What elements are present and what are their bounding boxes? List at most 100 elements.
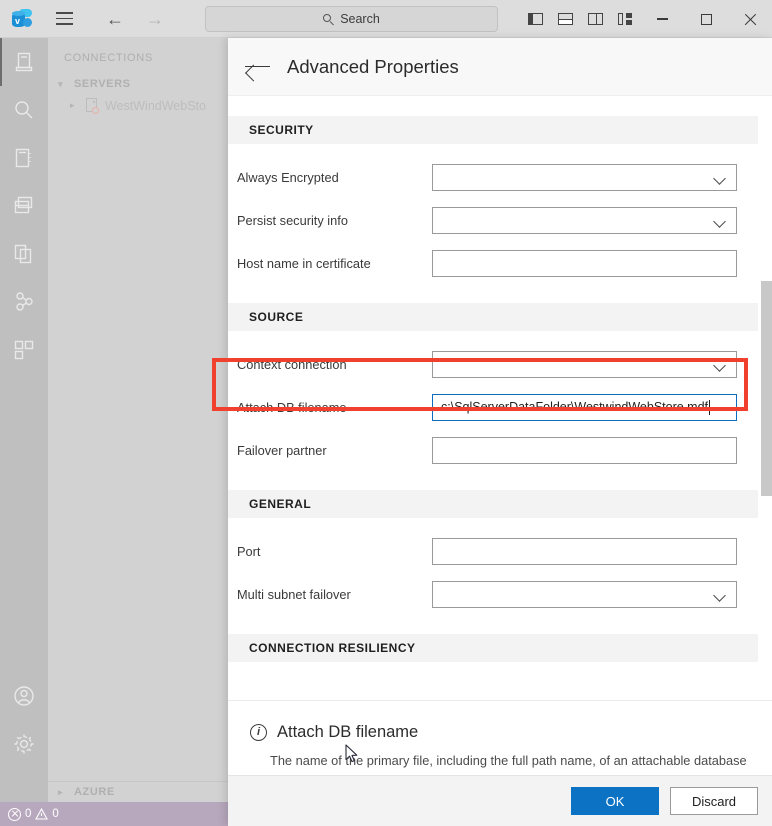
scrollbar-thumb[interactable]: [761, 281, 772, 496]
customize-layout-icon[interactable]: [610, 0, 640, 38]
field-label: Context connection: [237, 356, 347, 372]
always-encrypted-select[interactable]: [432, 163, 737, 191]
windows-panels-icon: [14, 196, 33, 214]
hamburger-menu-icon[interactable]: [44, 0, 84, 38]
title-bar: v ← → Search: [0, 0, 772, 38]
activity-item-dashboard[interactable]: [0, 182, 48, 230]
activity-item-connections[interactable]: [0, 38, 48, 86]
field-label: Always Encrypted: [237, 169, 339, 185]
failover-partner-input[interactable]: [432, 436, 737, 464]
forward-arrow-icon[interactable]: →: [146, 10, 164, 28]
text-caret: [709, 399, 711, 415]
activity-bar: [0, 38, 48, 802]
advanced-properties-dialog: Advanced Properties SECURITY Always Encr…: [228, 38, 772, 826]
section-header-connection-resiliency: CONNECTION RESILIENCY: [228, 634, 758, 662]
gear-icon: [14, 734, 34, 754]
warning-triangle-icon: [35, 808, 49, 820]
field-row-context-connection: Context connection: [228, 347, 772, 381]
activity-item-notebooks[interactable]: [0, 134, 48, 182]
field-row-failover-partner: Failover partner: [228, 433, 772, 467]
activity-item-source-control[interactable]: [0, 278, 48, 326]
warning-count: 0: [52, 808, 59, 820]
sidebar-azure-group: ▸ AZURE: [48, 781, 228, 802]
search-icon: [15, 101, 33, 119]
search-input[interactable]: Search: [205, 6, 498, 32]
application-window: v ← → Search CONNECTIONS ▾ SERVERS ▸ Wes…: [0, 0, 772, 826]
field-label: Port: [237, 543, 261, 559]
chevron-right-icon: ▸: [58, 786, 64, 797]
info-description: The name of the primary file, including …: [270, 753, 747, 768]
toggle-secondary-sidebar-icon[interactable]: [580, 0, 610, 38]
sidebar-section-label: SERVERS: [74, 78, 131, 90]
dialog-body: SECURITY Always Encrypted Persist securi…: [228, 96, 772, 700]
field-row-attach-db-filename: Attach DB filename c:\SqlServerDataFolde…: [228, 390, 772, 424]
chevron-right-icon: ▸: [70, 100, 75, 110]
field-row-port: Port: [228, 534, 772, 568]
chevron-down-icon: ▾: [58, 78, 64, 89]
azure-data-studio-logo: v: [11, 8, 33, 29]
server-icon: [15, 52, 33, 72]
field-row-multi-subnet-failover: Multi subnet failover: [228, 577, 772, 611]
toggle-primary-sidebar-icon[interactable]: [520, 0, 550, 38]
titlebar-icon-group: [520, 0, 772, 38]
sidebar-title: CONNECTIONS: [64, 52, 153, 64]
activity-item-search[interactable]: [0, 86, 48, 134]
dialog-scrollbar[interactable]: [761, 196, 772, 700]
attach-db-filename-input[interactable]: c:\SqlServerDataFolder\WestwindWebStore.…: [432, 393, 737, 421]
host-name-in-certificate-input[interactable]: [432, 249, 737, 277]
notebook-icon: [15, 148, 31, 168]
status-problems[interactable]: 0 0: [8, 807, 59, 821]
dialog-title: Advanced Properties: [287, 55, 459, 77]
connections-sidebar: CONNECTIONS ▾ SERVERS ▸ WestWindWebSto ▸…: [48, 38, 228, 802]
sidebar-section-azure[interactable]: ▸ AZURE: [48, 782, 228, 802]
field-label: Host name in certificate: [237, 255, 371, 271]
error-count: 0: [25, 808, 32, 820]
navigation-arrows: ← →: [106, 10, 164, 28]
activity-item-projects[interactable]: [0, 230, 48, 278]
section-header-general: GENERAL: [228, 490, 758, 518]
minimize-icon[interactable]: [640, 0, 684, 38]
discard-button[interactable]: Discard: [670, 787, 758, 815]
ok-button[interactable]: OK: [571, 787, 659, 815]
sidebar-item-label: WestWindWebSto: [105, 98, 206, 113]
dialog-footer: OK Discard: [228, 775, 772, 826]
activity-item-settings[interactable]: [0, 720, 48, 768]
search-icon: [323, 13, 334, 26]
field-label: Persist security info: [237, 212, 348, 228]
source-control-icon: [16, 292, 33, 311]
info-header: i Attach DB filename: [228, 701, 772, 742]
section-header-source: SOURCE: [228, 303, 758, 331]
field-row-persist-security-info: Persist security info: [228, 203, 772, 237]
section-header-security: SECURITY: [228, 116, 758, 144]
persist-security-info-select[interactable]: [432, 206, 737, 234]
section-fields-general: Port Multi subnet failover: [228, 518, 772, 634]
dialog-header: Advanced Properties: [228, 38, 772, 96]
info-title: Attach DB filename: [277, 723, 419, 741]
context-connection-select[interactable]: [432, 350, 737, 378]
sidebar-item-server-node[interactable]: ▸ WestWindWebSto: [48, 94, 228, 117]
activity-item-extensions[interactable]: [0, 326, 48, 374]
back-arrow-icon[interactable]: ←: [106, 10, 124, 28]
field-label: Attach DB filename: [237, 399, 347, 415]
copy-files-icon: [14, 244, 32, 264]
account-icon: [14, 686, 34, 706]
app-logo: v: [0, 0, 44, 38]
field-row-always-encrypted: Always Encrypted: [228, 160, 772, 194]
toggle-panel-icon[interactable]: [550, 0, 580, 38]
multi-subnet-failover-select[interactable]: [432, 580, 737, 608]
dialog-back-arrow-icon[interactable]: [245, 56, 271, 78]
section-fields-security: Always Encrypted Persist security info H…: [228, 144, 772, 303]
server-node-icon: [86, 98, 99, 114]
extensions-icon: [14, 340, 34, 360]
activity-item-accounts[interactable]: [0, 672, 48, 720]
sidebar-section-label: AZURE: [74, 786, 115, 798]
error-circle-icon: [8, 807, 21, 821]
info-icon: i: [250, 724, 267, 741]
maximize-icon[interactable]: [684, 0, 728, 38]
close-icon[interactable]: [728, 0, 772, 38]
field-value: c:\SqlServerDataFolder\WestwindWebStore.…: [441, 400, 709, 414]
field-label: Multi subnet failover: [237, 586, 351, 602]
sidebar-section-servers[interactable]: ▾ SERVERS: [48, 74, 228, 94]
port-input[interactable]: [432, 537, 737, 565]
field-row-host-name-in-certificate: Host name in certificate: [228, 246, 772, 280]
